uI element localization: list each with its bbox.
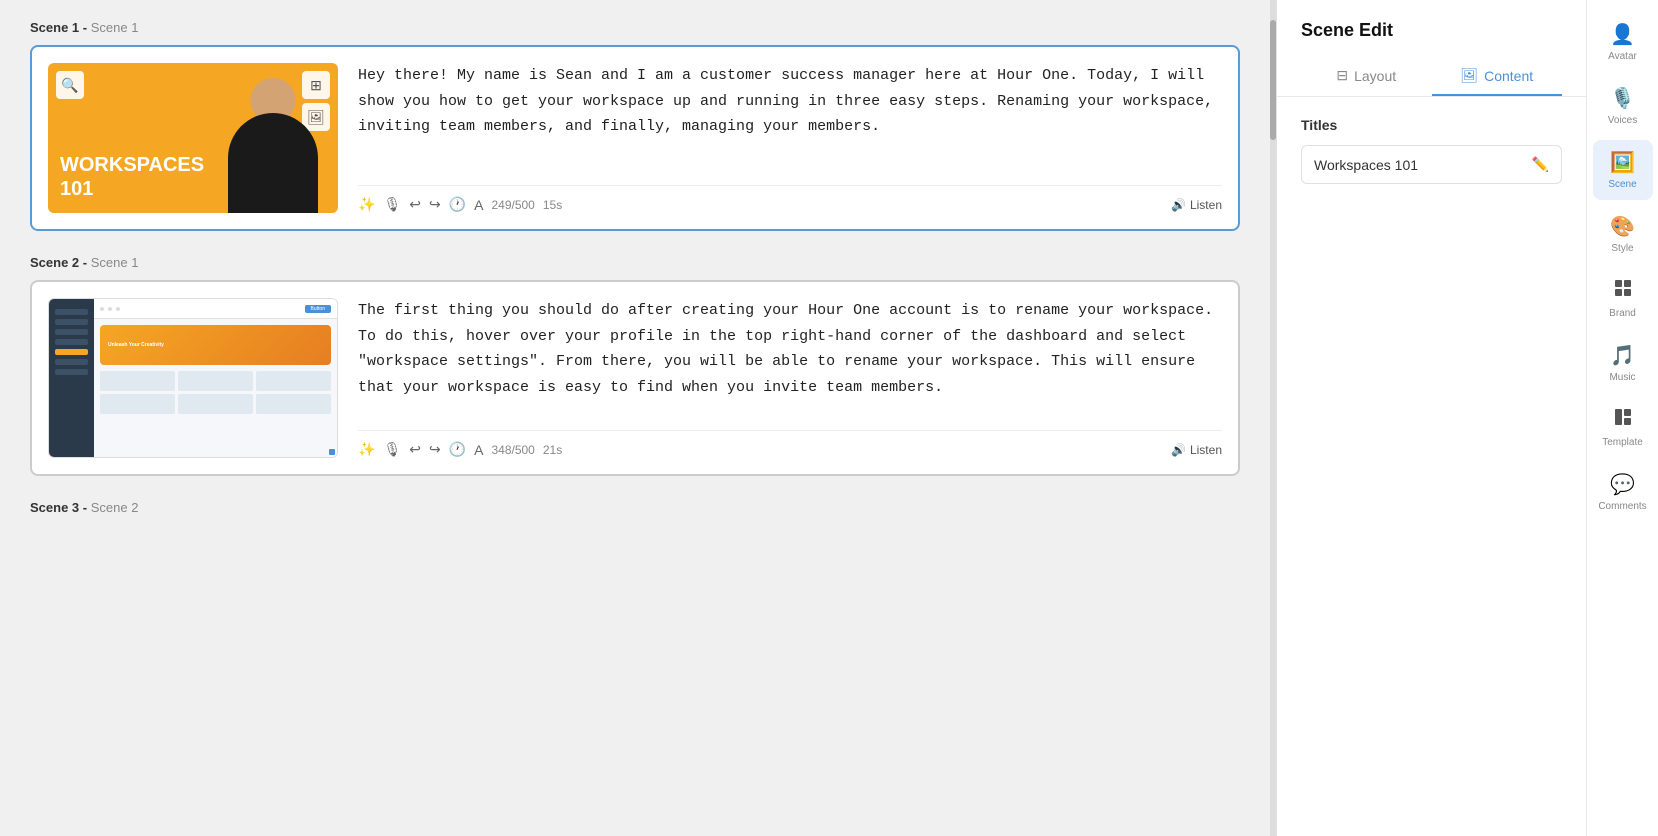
screenshot-main-content: Button Unleash Your Creativity (94, 299, 337, 457)
nav-label-voices: Voices (1608, 115, 1637, 126)
duration-2: 21s (543, 443, 562, 457)
mic-icon[interactable]: 🎙 (383, 196, 401, 213)
person-avatar (218, 78, 328, 213)
font-size-icon-2[interactable]: A (474, 442, 483, 458)
thumbnail-title: WORKSPACES101 (60, 153, 204, 201)
screenshot-grid (100, 371, 331, 414)
tab-content-label: Content (1484, 68, 1533, 84)
nav-item-template[interactable]: Template (1593, 397, 1653, 458)
scrollbar-thumb[interactable] (1270, 20, 1276, 140)
magic-icon-2[interactable]: ✨ (358, 441, 375, 458)
nav-item-voices[interactable]: 🎙️ Voices (1593, 76, 1653, 136)
layout-tab-icon: ⊟ (1336, 67, 1348, 84)
undo-icon[interactable]: ↩ (409, 196, 421, 213)
brand-icon (1613, 278, 1633, 304)
title-input[interactable] (1314, 157, 1524, 173)
search-icon[interactable]: 🔍 (56, 71, 84, 99)
scene-thumbnail-2: Button Unleash Your Creativity (48, 298, 338, 458)
nav-item-brand[interactable]: Brand (1593, 268, 1653, 329)
tab-content[interactable]: 🖼 Content (1432, 57, 1563, 96)
nav-item-music[interactable]: 🎵 Music (1593, 333, 1653, 393)
panel-header: Scene Edit ⊟ Layout 🖼 Content (1277, 0, 1586, 97)
thumbnail-bg-orange: 🔍 ⊞ 🖼 WORKSPACES101 (48, 63, 338, 213)
scene-card-2: Button Unleash Your Creativity (30, 280, 1240, 476)
far-right-nav: 👤 Avatar 🎙️ Voices 🖼️ Scene 🎨 Style Bran… (1586, 0, 1658, 836)
nav-item-avatar[interactable]: 👤 Avatar (1593, 12, 1653, 72)
screenshot-banner: Unleash Your Creativity (100, 325, 331, 365)
main-scene-area: Scene 1 - Scene 1 🔍 ⊞ 🖼 WORKSPACES101 (0, 0, 1270, 836)
nav-item-style[interactable]: 🎨 Style (1593, 204, 1653, 264)
mic-icon-2[interactable]: 🎙 (383, 441, 401, 458)
speaker-icon: 🔊 (1171, 198, 1186, 212)
nav-label-music: Music (1609, 372, 1635, 383)
title-input-wrapper: ✏️ (1301, 145, 1562, 184)
nav-label-avatar: Avatar (1608, 51, 1637, 62)
nav-label-scene: Scene (1608, 179, 1636, 190)
script-area-1: Hey there! My name is Sean and I am a cu… (358, 63, 1222, 213)
titles-section-label: Titles (1301, 117, 1562, 133)
script-area-2: The first thing you should do after crea… (358, 298, 1222, 458)
panel-tabs: ⊟ Layout 🖼 Content (1301, 57, 1562, 96)
screenshot-header: Button (94, 299, 337, 319)
duration-1: 15s (543, 198, 562, 212)
voices-icon: 🎙️ (1610, 86, 1635, 111)
char-count-2: 348/500 (491, 443, 534, 457)
redo-icon[interactable]: ↪ (429, 196, 441, 213)
clock-icon-2: 🕐 (449, 441, 466, 458)
nav-item-scene[interactable]: 🖼️ Scene (1593, 140, 1653, 200)
scene-thumbnail-1: 🔍 ⊞ 🖼 WORKSPACES101 (48, 63, 338, 213)
comments-icon: 💬 (1610, 472, 1635, 497)
nav-label-style: Style (1611, 243, 1633, 254)
redo-icon-2[interactable]: ↪ (429, 441, 441, 458)
scene-label-1: Scene 1 - Scene 1 (30, 20, 1240, 35)
nav-label-comments: Comments (1598, 501, 1646, 512)
clock-icon: 🕐 (449, 196, 466, 213)
scene-label-2: Scene 2 - Scene 1 (30, 255, 1240, 270)
char-count-1: 249/500 (491, 198, 534, 212)
right-panel: Scene Edit ⊟ Layout 🖼 Content Titles ✏️ (1276, 0, 1586, 836)
style-icon: 🎨 (1610, 214, 1635, 239)
music-icon: 🎵 (1610, 343, 1635, 368)
magic-icon[interactable]: ✨ (358, 196, 375, 213)
font-size-icon[interactable]: A (474, 197, 483, 213)
screenshot-mock: Button Unleash Your Creativity (49, 299, 337, 457)
content-tab-icon: 🖼 (1460, 67, 1478, 84)
nav-item-comments[interactable]: 💬 Comments (1593, 462, 1653, 522)
edit-icon[interactable]: ✏️ (1532, 156, 1549, 173)
script-toolbar-2: ✨ 🎙 ↩ ↪ 🕐 A 348/500 21s 🔊 Listen (358, 430, 1222, 458)
nav-label-template: Template (1602, 437, 1643, 448)
script-text-1[interactable]: Hey there! My name is Sean and I am a cu… (358, 63, 1222, 175)
scene-nav-icon: 🖼️ (1610, 150, 1635, 175)
person-body (228, 113, 318, 213)
scrollbar[interactable] (1270, 0, 1276, 836)
script-toolbar-1: ✨ 🎙 ↩ ↪ 🕐 A 249/500 15s 🔊 Listen (358, 185, 1222, 213)
speaker-icon-2: 🔊 (1171, 443, 1186, 457)
nav-label-brand: Brand (1609, 308, 1636, 319)
panel-title: Scene Edit (1301, 20, 1562, 41)
tab-layout-label: Layout (1354, 68, 1396, 84)
avatar-icon: 👤 (1610, 22, 1635, 47)
scene-card-1: 🔍 ⊞ 🖼 WORKSPACES101 Hey there! My name i… (30, 45, 1240, 231)
panel-content: Titles ✏️ (1277, 97, 1586, 836)
tab-layout[interactable]: ⊟ Layout (1301, 57, 1432, 96)
listen-button-2[interactable]: 🔊 Listen (1171, 443, 1222, 457)
screenshot-sidebar (49, 299, 94, 457)
template-icon (1613, 407, 1633, 433)
resize-handle[interactable] (329, 449, 335, 455)
script-text-2[interactable]: The first thing you should do after crea… (358, 298, 1222, 420)
undo-icon-2[interactable]: ↩ (409, 441, 421, 458)
listen-button-1[interactable]: 🔊 Listen (1171, 198, 1222, 212)
scene-label-3: Scene 3 - Scene 2 (30, 500, 1240, 515)
